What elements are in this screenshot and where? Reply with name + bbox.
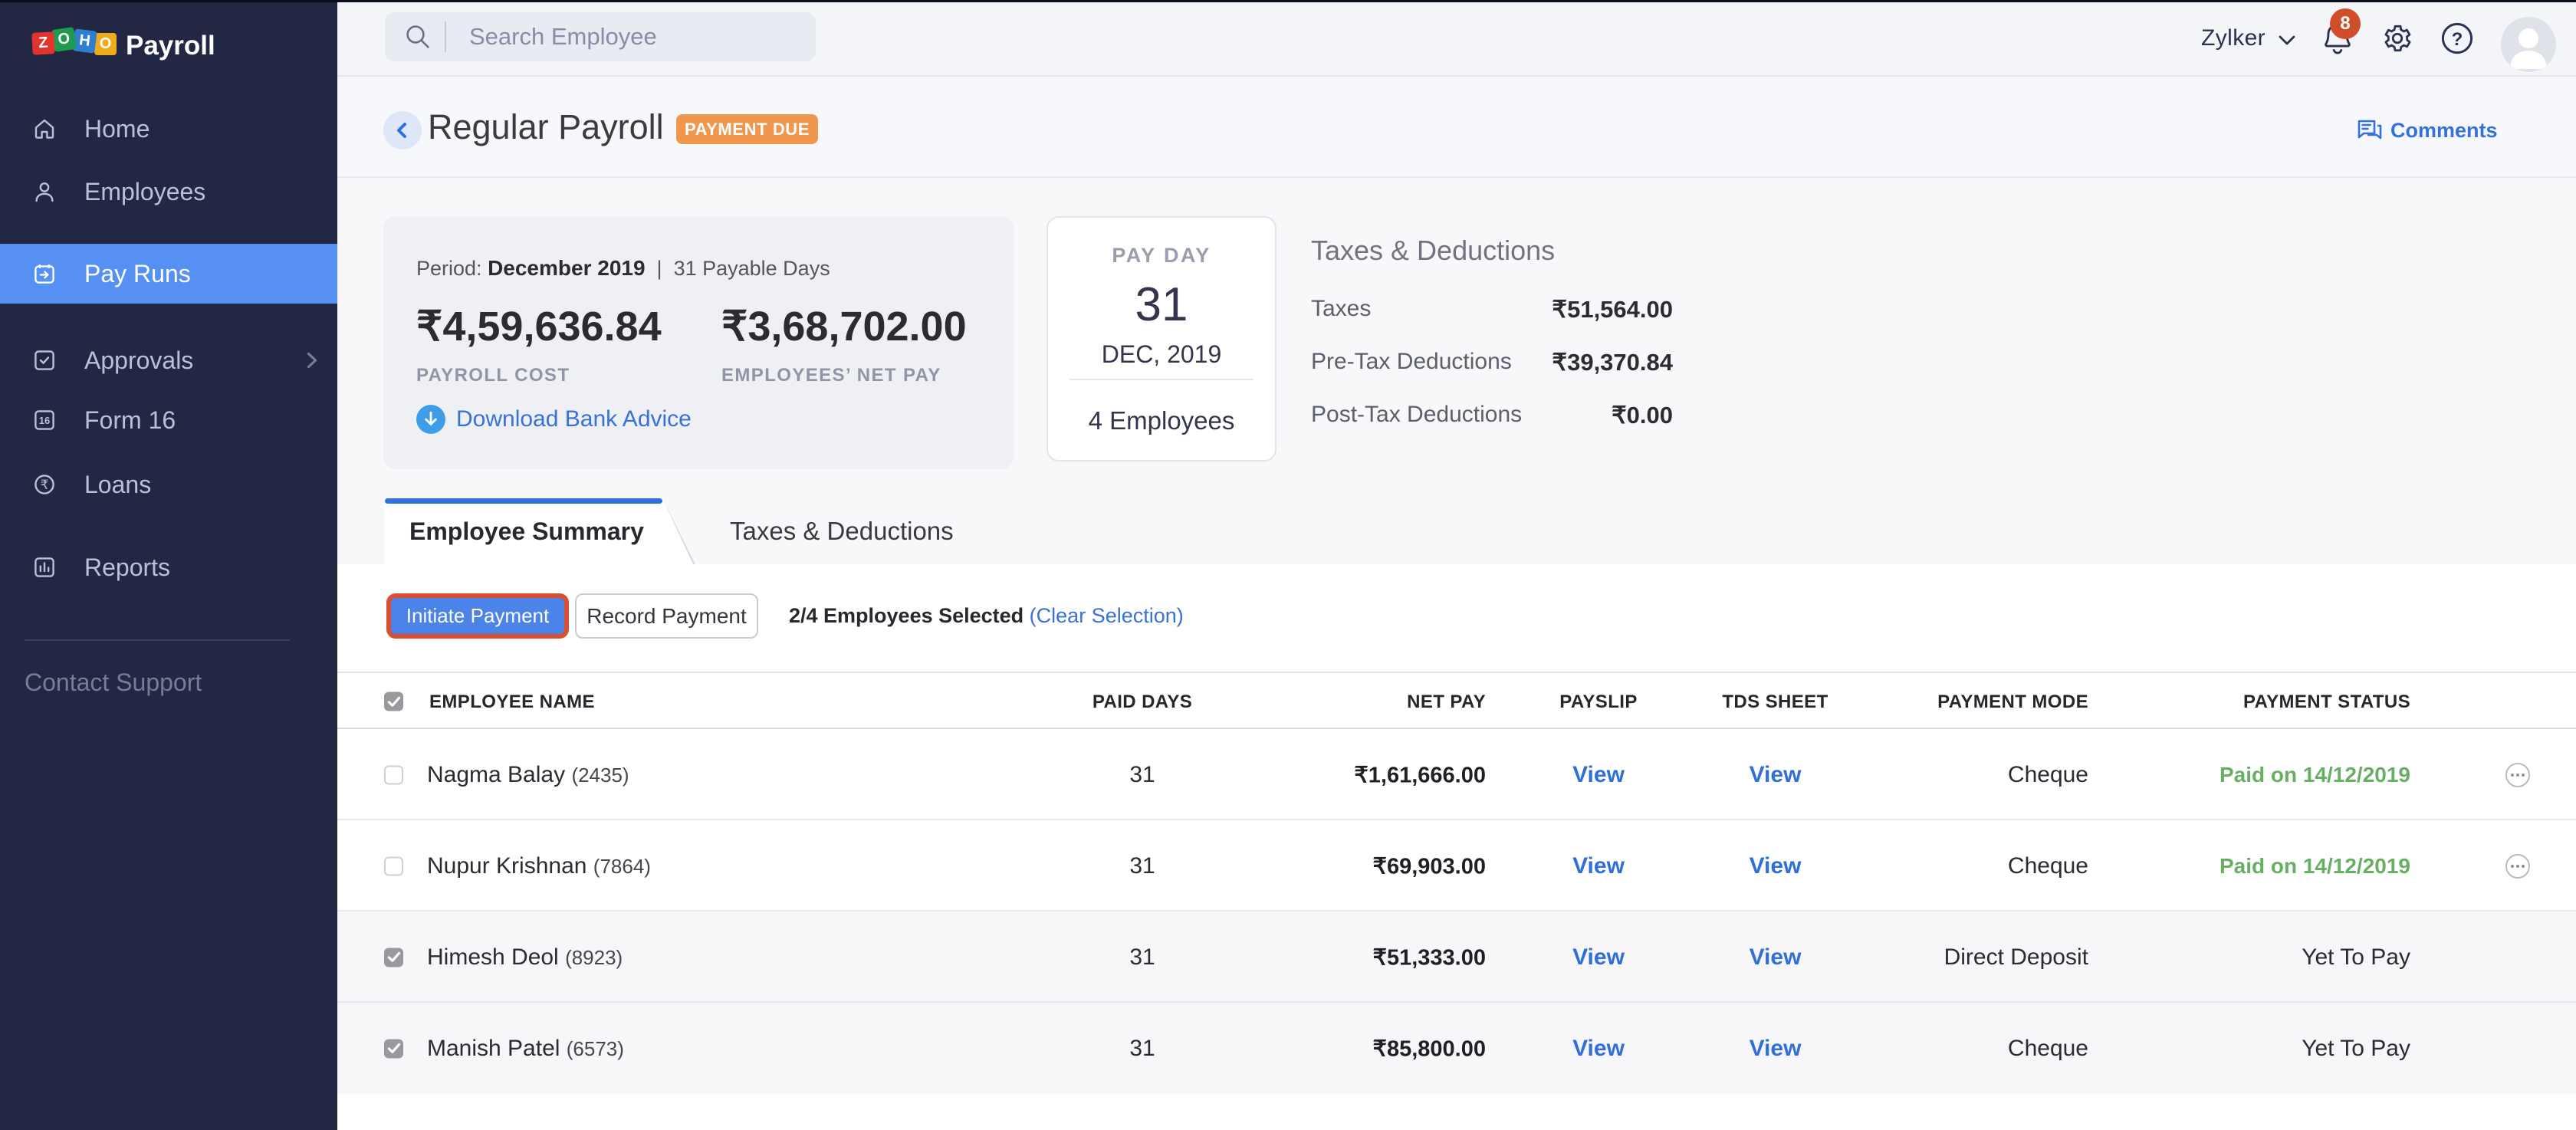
- svg-text:?: ?: [2452, 29, 2463, 50]
- svg-text:₹: ₹: [41, 478, 49, 492]
- svg-text:16: 16: [39, 415, 50, 426]
